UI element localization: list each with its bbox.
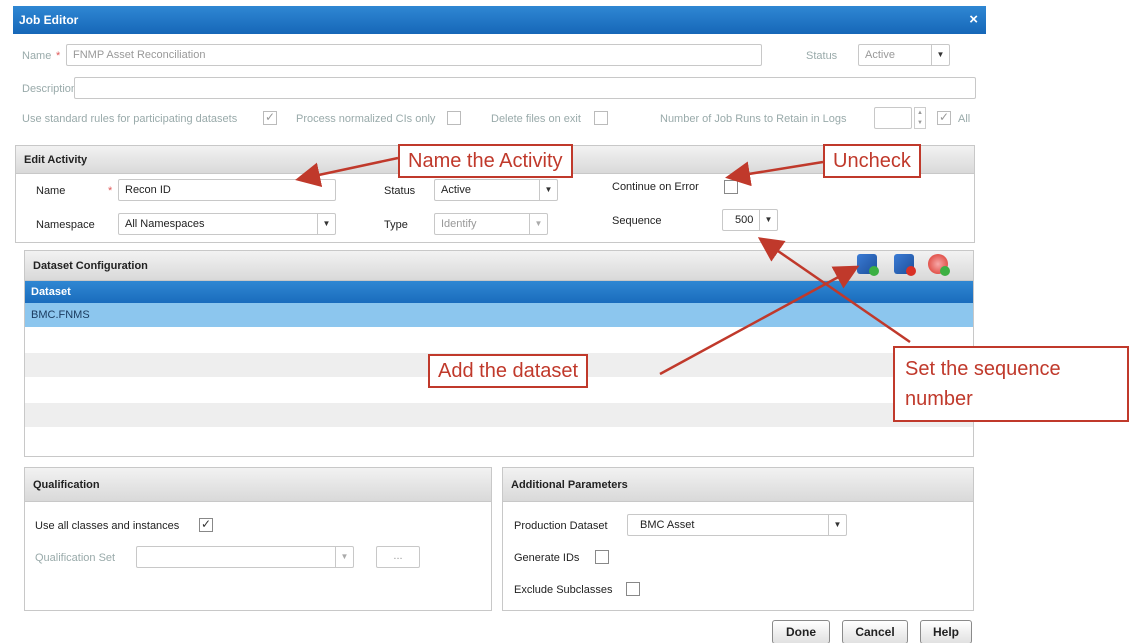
arrow-name-activity (295, 156, 399, 188)
callout-name-activity: Name the Activity (398, 144, 573, 178)
callout-uncheck: Uncheck (823, 144, 921, 178)
callout-add-dataset-text: Add the dataset (438, 360, 579, 382)
annotation-arrows (295, 156, 911, 376)
callout-set-sequence-line2: number (905, 388, 973, 410)
arrow-sequence (757, 237, 911, 344)
callout-set-sequence-line1: Set the sequence (905, 358, 1061, 380)
callout-set-sequence: Set the sequence number (893, 346, 1129, 422)
arrow-uncheck (725, 160, 824, 187)
callout-add-dataset: Add the dataset (428, 354, 589, 388)
